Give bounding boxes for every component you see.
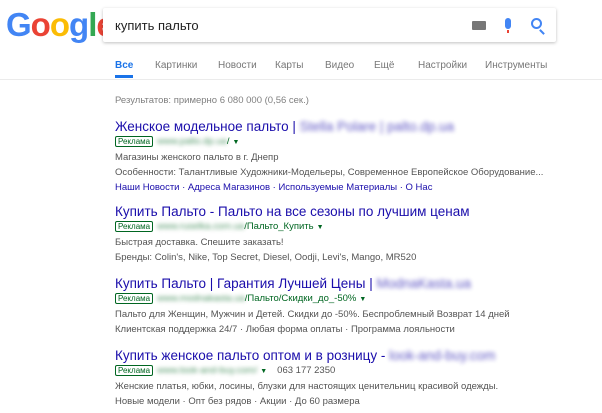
logo-letter: o — [49, 6, 70, 43]
result-desc: Особенности: Талантливые Художники-Модел… — [115, 167, 544, 178]
result-title[interactable]: Купить Пальто | Гарантия Лучшей Цены | M… — [115, 276, 595, 292]
result-title[interactable]: Купить Пальто - Пальто на все сезоны по … — [115, 204, 595, 220]
url-blurred: www.look-and-buy.com/ — [157, 365, 258, 376]
search-box[interactable]: купить пальто — [103, 8, 556, 42]
tab-news[interactable]: Новости — [218, 60, 257, 71]
search-tabs: Все Картинки Новости Карты Видео Ещё Нас… — [0, 58, 602, 80]
result-desc: Быстрая доставка. Спешите заказать! — [115, 237, 284, 248]
title-text[interactable]: Женское модельное пальто | — [115, 119, 300, 134]
url-blurred: www.modnakasta.ua — [157, 293, 245, 304]
dropdown-arrow-icon[interactable]: ▼ — [359, 296, 366, 303]
sitelinks[interactable]: Новые модели · Опт без рядов · Акции · Д… — [115, 394, 595, 409]
google-logo[interactable]: Google — [6, 6, 115, 44]
tab-tools[interactable]: Инструменты — [485, 60, 547, 71]
logo-letter: G — [6, 6, 32, 43]
title-blurred[interactable]: look-and-buy.com — [389, 348, 495, 363]
url-path: /Пальто/Скидки_до_-50% — [244, 293, 357, 304]
dropdown-arrow-icon[interactable]: ▼ — [260, 368, 267, 375]
url-blurred: www.ruselka.com.ua — [157, 221, 245, 232]
logo-letter: g — [69, 6, 89, 43]
tab-settings[interactable]: Настройки — [418, 60, 467, 71]
keyboard-icon[interactable] — [472, 21, 486, 30]
url-path: /Пальто_Купить — [244, 221, 314, 232]
url-blurred: www.palto.dp.ua — [157, 136, 227, 147]
title-blurred[interactable]: ModnaKasta.ua — [376, 276, 471, 291]
result-desc: Женские платья, юбки, лосины, блузки для… — [115, 381, 499, 392]
logo-letter: o — [30, 6, 51, 43]
search-icon[interactable] — [531, 18, 542, 29]
search-input[interactable]: купить пальто — [115, 18, 199, 33]
url-path: / — [226, 136, 230, 147]
result-stats: Результатов: примерно 6 080 000 (0,56 се… — [115, 95, 309, 106]
ad-badge: Реклама — [115, 293, 154, 304]
result-desc: Магазины женского пальто в г. Днепр — [115, 152, 279, 163]
ad-result: Купить женское пальто оптом и в розницу … — [115, 348, 595, 409]
dropdown-arrow-icon[interactable]: ▼ — [317, 224, 324, 231]
microphone-icon[interactable] — [505, 18, 511, 33]
result-desc: Бренды: Colin's, Nike, Top Secret, Diese… — [115, 252, 417, 263]
phone-number[interactable]: 063 177 2350 — [277, 365, 335, 376]
tab-video[interactable]: Видео — [325, 60, 354, 71]
title-text[interactable]: Купить Пальто | Гарантия Лучшей Цены | — [115, 276, 376, 291]
tab-all[interactable]: Все — [115, 60, 134, 78]
ad-result: Женское модельное пальто | Stella Polare… — [115, 119, 595, 195]
ad-badge: Реклама — [115, 221, 154, 232]
dropdown-arrow-icon[interactable]: ▼ — [232, 139, 239, 146]
title-text[interactable]: Купить женское пальто оптом и в розницу … — [115, 348, 389, 363]
sitelinks[interactable]: Наши Новости · Адреса Магазинов · Исполь… — [115, 180, 595, 195]
ad-badge: Реклама — [115, 365, 154, 376]
tab-images[interactable]: Картинки — [155, 60, 197, 71]
title-blurred[interactable]: Stella Polare | palto.dp.ua — [300, 119, 454, 134]
result-desc: Пальто для Женщин, Мужчин и Детей. Скидк… — [115, 309, 510, 320]
ad-result: Купить Пальто - Пальто на все сезоны по … — [115, 204, 595, 265]
tab-more[interactable]: Ещё — [374, 60, 394, 71]
result-desc: Клиентская поддержка 24/7 · Любая форма … — [115, 324, 455, 335]
ad-result: Купить Пальто | Гарантия Лучшей Цены | M… — [115, 276, 595, 337]
ad-badge: Реклама — [115, 136, 154, 147]
result-title[interactable]: Купить женское пальто оптом и в розницу … — [115, 348, 595, 364]
tab-maps[interactable]: Карты — [275, 60, 304, 71]
result-title[interactable]: Женское модельное пальто | Stella Polare… — [115, 119, 595, 135]
